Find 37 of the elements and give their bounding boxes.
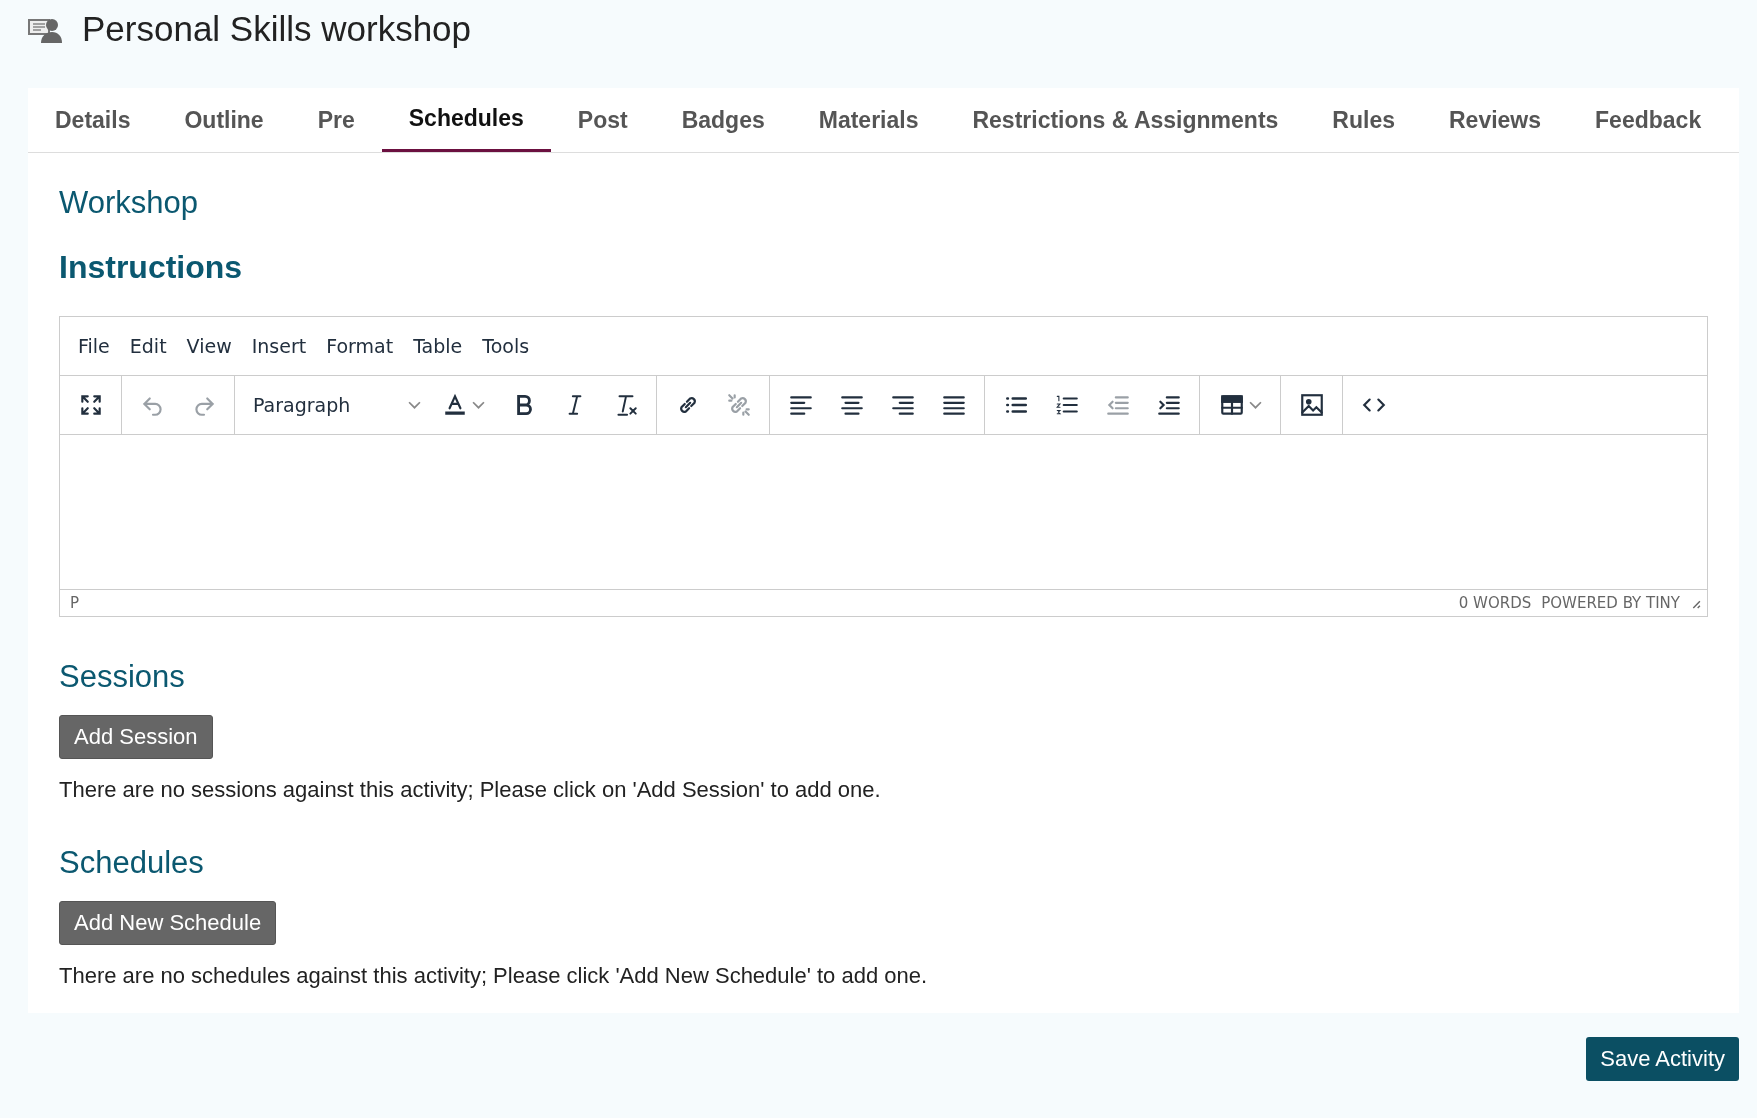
menu-item[interactable]: Edit	[119, 335, 177, 357]
tab[interactable]: Restrictions & Assignments	[945, 88, 1306, 152]
page-title: Personal Skills workshop	[82, 9, 472, 49]
tab[interactable]: Feedback	[1568, 88, 1729, 152]
caret-icon	[408, 400, 421, 410]
empty-message: There are no sessions against this activity; Please click on 'Add Session' to add one.	[59, 777, 882, 803]
add-button[interactable]: Add Session	[59, 715, 213, 759]
empty-message: There are no schedules against this activity; Please click 'Add New Schedule' to add one.	[59, 963, 929, 989]
presenter-icon	[28, 17, 62, 43]
branding-link[interactable]: POWERED BY TINY	[1541, 594, 1680, 612]
save-button[interactable]: Save Activity	[1586, 1037, 1739, 1081]
instructions-heading: Instructions	[59, 249, 244, 286]
table-icon	[1218, 392, 1245, 418]
section-heading: Sessions	[59, 659, 186, 695]
menu-item[interactable]: File	[68, 335, 120, 357]
caret-icon	[471, 400, 485, 410]
tab[interactable]: Outline	[157, 88, 291, 152]
menu-item[interactable]: Table	[403, 335, 473, 357]
element-path: P	[70, 594, 80, 612]
add-button[interactable]: Add New Schedule	[59, 901, 277, 945]
menu-item[interactable]: View	[176, 335, 242, 357]
menu-item[interactable]: Tools	[472, 335, 540, 357]
paragraph-dropdown[interactable]: Paragraph	[241, 383, 427, 427]
section-heading: Workshop	[59, 185, 199, 221]
tab[interactable]: Materials	[791, 88, 946, 152]
tab[interactable]: Pre	[290, 88, 382, 152]
tab[interactable]: Reviews	[1422, 88, 1569, 152]
word-count: 0 WORDS	[1458, 594, 1532, 612]
section-heading: Schedules	[59, 845, 205, 881]
caret-icon	[1248, 400, 1262, 410]
tab[interactable]: Schedules	[381, 88, 551, 152]
tab[interactable]: Rules	[1305, 88, 1422, 152]
tab[interactable]: Post	[550, 88, 655, 152]
tab[interactable]: Badges	[654, 88, 792, 152]
menu-item[interactable]: Format	[316, 335, 404, 357]
menu-item[interactable]: Insert	[241, 335, 317, 357]
tab[interactable]: Details	[28, 88, 158, 152]
